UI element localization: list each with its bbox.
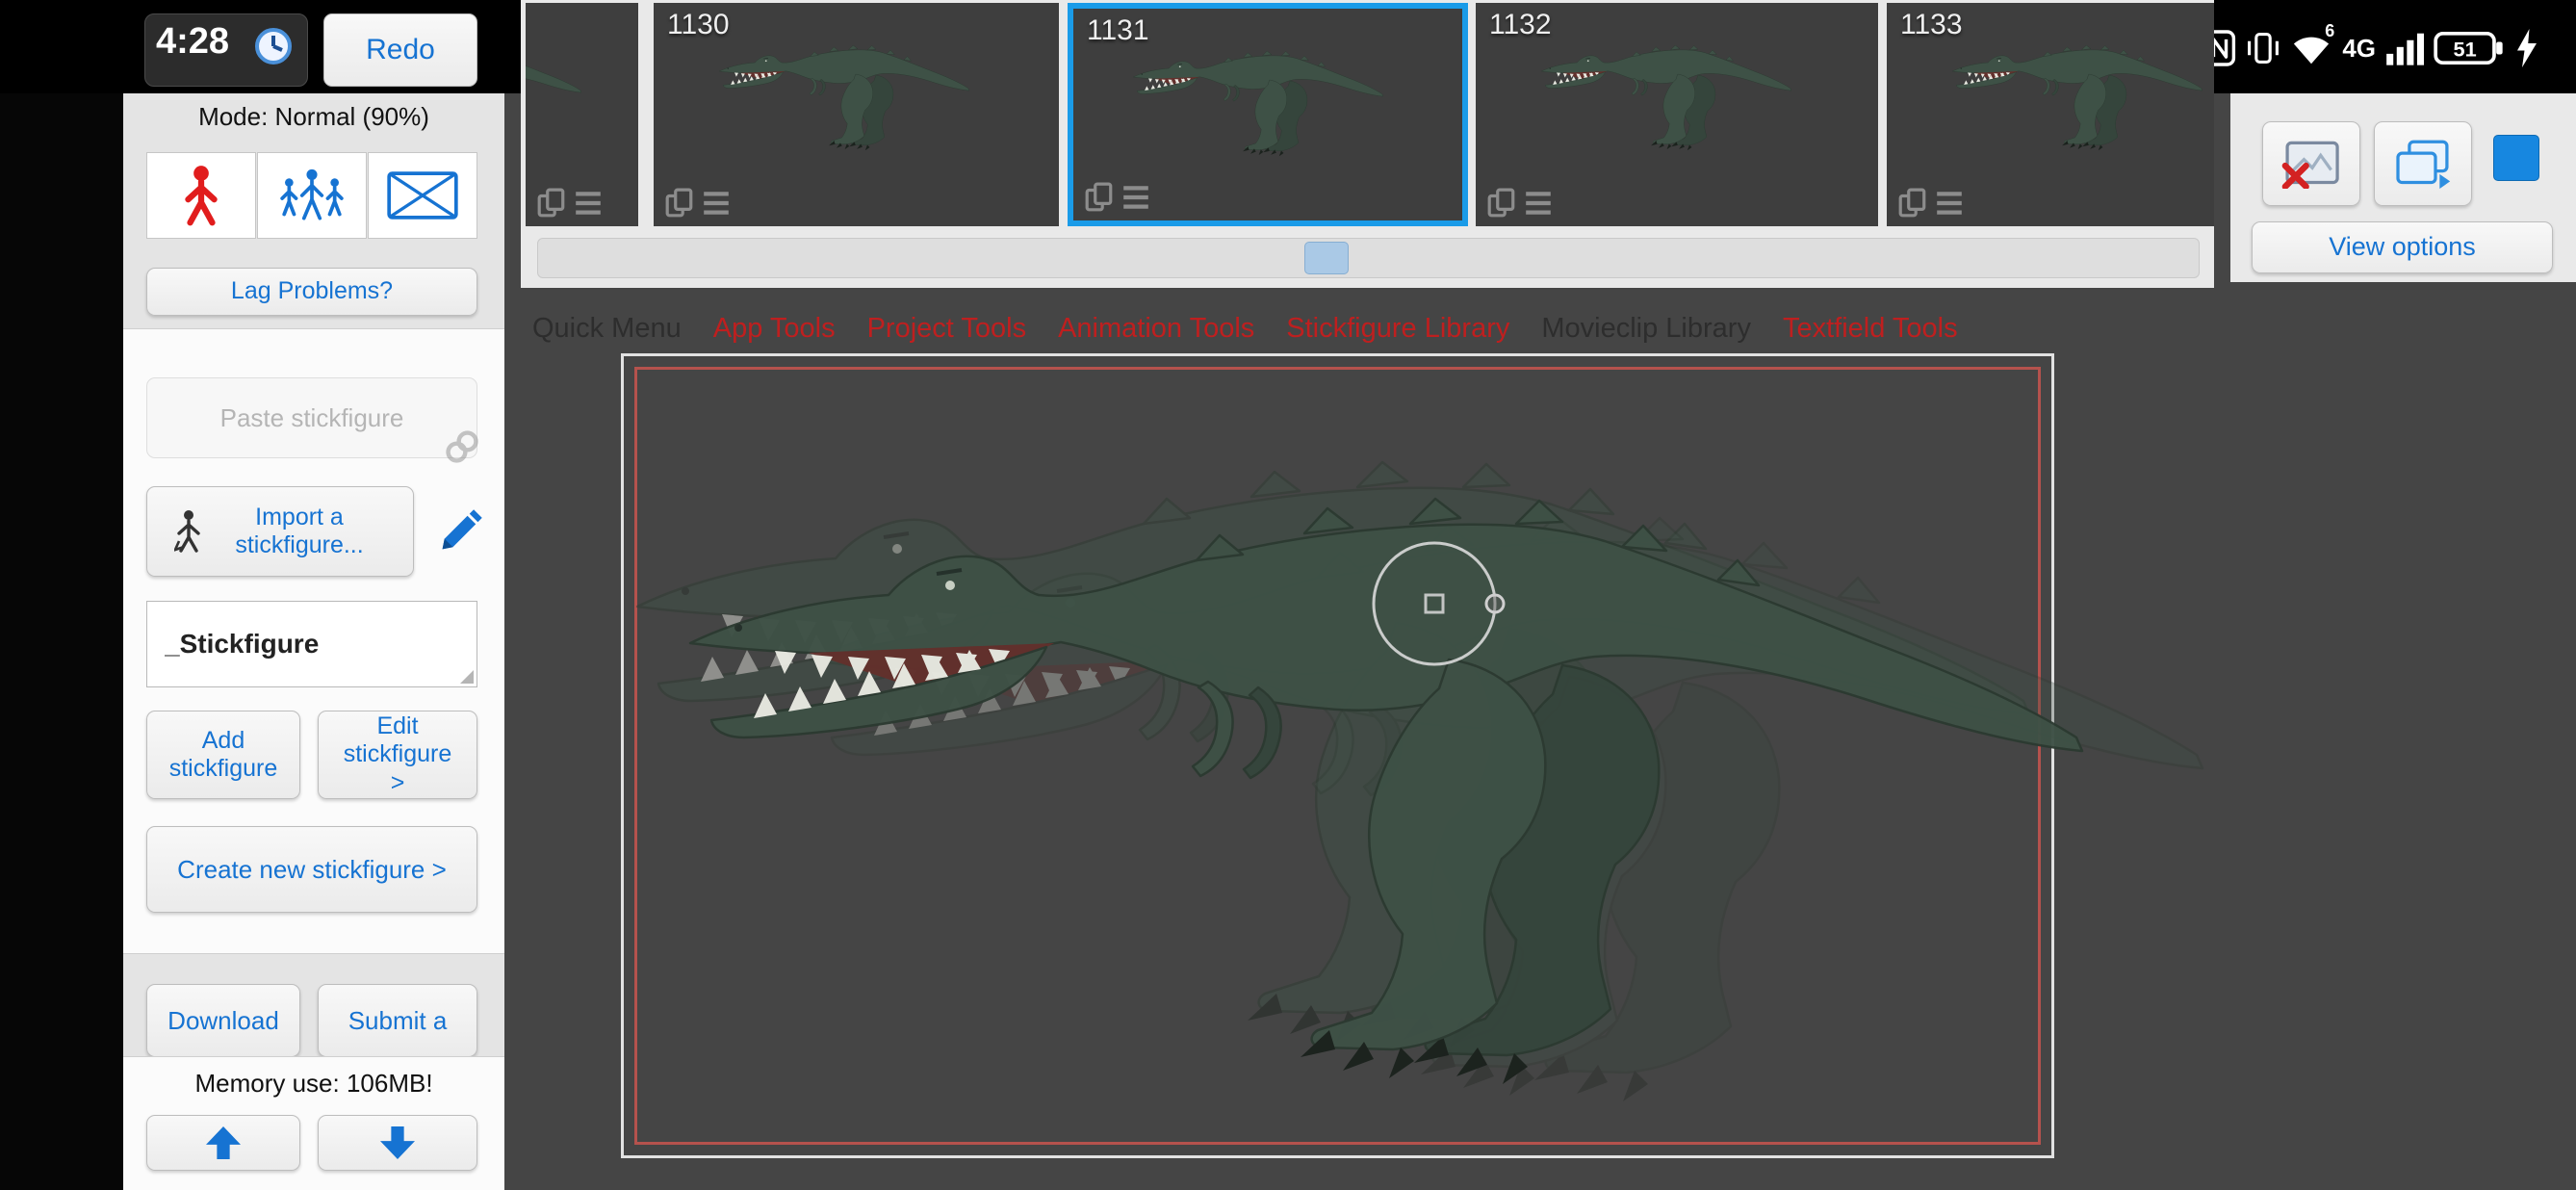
move-down-button[interactable] [318, 1115, 477, 1171]
submit-label: Submit a [348, 1006, 448, 1036]
tool-button-multi-figure[interactable] [257, 152, 367, 239]
left-notch-strip [0, 0, 123, 1190]
tool-button-movieclip[interactable] [368, 152, 477, 239]
stickfigure-name-input[interactable] [147, 602, 494, 686]
frame-number: 1130 [667, 9, 730, 41]
menu-stickfigure-library[interactable]: Stickfigure Library [1286, 313, 1509, 345]
delete-frame-icon [2280, 139, 2342, 189]
frame-preview-dino [1927, 39, 2214, 184]
frame-preview-dino [1108, 45, 1426, 190]
import-stickfigure-button[interactable]: Import a stickfigure... [146, 486, 414, 577]
download-button[interactable]: Download [146, 984, 300, 1057]
lag-problems-button[interactable]: Lag Problems? [146, 268, 477, 316]
link-icon [443, 427, 481, 466]
submit-button[interactable]: Submit a [318, 984, 477, 1057]
arrow-up-icon [206, 1125, 241, 1160]
frame-number: 1132 [1489, 9, 1552, 41]
timeline-panel: 1130 1131 [521, 0, 2214, 288]
lag-problems-label: Lag Problems? [231, 277, 393, 306]
tools-menu-bar: Quick Menu App Tools Project Tools Anima… [532, 313, 1958, 345]
paste-stickfigure-label: Paste stickfigure [220, 403, 404, 433]
import-person-icon [174, 508, 203, 555]
edit-stickfigure-button[interactable]: Edit stickfigure > [318, 711, 477, 799]
vibrate-icon [2246, 29, 2280, 67]
wifi6-badge: 6 [2325, 21, 2334, 41]
transform-control[interactable] [1361, 530, 1507, 677]
clock-time: 4:28 [156, 21, 229, 63]
color-swatch-button[interactable] [2493, 135, 2539, 181]
menu-textfield-tools[interactable]: Textfield Tools [1783, 313, 1958, 345]
frame-copy-icon[interactable] [1898, 188, 1927, 219]
frame-copy-icon[interactable] [1487, 188, 1516, 219]
frame-thumbnail[interactable]: 1130 [654, 3, 1059, 226]
network-type-label: 4G [2342, 34, 2376, 64]
menu-movieclip-library[interactable]: Movieclip Library [1541, 313, 1751, 345]
copy-frames-button[interactable] [2374, 121, 2472, 206]
battery-icon: 51 [2434, 28, 2507, 68]
stickfigure-name-field[interactable] [146, 601, 477, 687]
add-stickfigure-button[interactable]: Add stickfigure [146, 711, 300, 799]
delete-frame-button[interactable] [2262, 121, 2360, 206]
memory-use-text: Memory use: 106MB! [123, 1069, 504, 1099]
menu-animation-tools[interactable]: Animation Tools [1058, 313, 1254, 345]
add-stickfigure-label: Add stickfigure [166, 727, 281, 784]
movieclip-box-icon [387, 170, 458, 220]
paste-stickfigure-button[interactable]: Paste stickfigure [146, 377, 477, 458]
edit-stickfigure-label: Edit stickfigure > [335, 712, 460, 798]
pencil-icon [435, 506, 485, 556]
multi-figure-icon [277, 166, 347, 225]
redo-button[interactable]: Redo [323, 13, 477, 87]
edge-handle[interactable] [1486, 595, 1504, 612]
frame-menu-icon[interactable] [1121, 182, 1150, 213]
frame-preview-dino [694, 39, 1012, 184]
signal-bars-icon [2385, 29, 2424, 67]
menu-project-tools[interactable]: Project Tools [867, 313, 1027, 345]
frame-number: 1131 [1087, 14, 1149, 47]
view-options-label: View options [2329, 232, 2476, 263]
frame-preview-dino [526, 41, 624, 186]
frame-copy-icon[interactable] [537, 188, 566, 219]
mode-text: Mode: Normal (90%) [123, 102, 504, 132]
frame-number: 1133 [1900, 9, 1963, 41]
frame-menu-icon[interactable] [1524, 188, 1553, 219]
frame-thumbnail-partial[interactable] [526, 3, 638, 226]
system-status-icons: 6 4G 51 [2203, 25, 2537, 71]
center-handle[interactable] [1426, 595, 1443, 612]
edit-pencil-button[interactable] [429, 494, 491, 569]
create-stickfigure-label: Create new stickfigure > [177, 855, 447, 885]
frame-preview-dino [1516, 39, 1834, 184]
timeline-scrollbar-handle[interactable] [1304, 242, 1349, 274]
frame-menu-icon[interactable] [702, 188, 731, 219]
move-up-button[interactable] [146, 1115, 300, 1171]
frame-menu-icon[interactable] [574, 188, 603, 219]
charging-bolt-icon [2516, 29, 2537, 67]
import-stickfigure-label: Import a stickfigure... [213, 504, 386, 560]
view-options-button[interactable]: View options [2252, 221, 2553, 273]
stickfigure-icon [179, 164, 223, 227]
tool-button-stickfigure[interactable] [146, 152, 256, 239]
create-stickfigure-button[interactable]: Create new stickfigure > [146, 826, 477, 913]
menu-quick-menu[interactable]: Quick Menu [532, 313, 682, 345]
frame-copy-icon[interactable] [1085, 182, 1114, 213]
redo-label: Redo [366, 33, 435, 66]
frame-thumbnail[interactable]: 1133 [1887, 3, 2214, 226]
frame-thumbnail[interactable]: 1132 [1476, 3, 1878, 226]
arrow-down-icon [380, 1125, 415, 1160]
battery-level-text: 51 [2454, 38, 2477, 62]
animation-canvas[interactable] [631, 414, 2142, 1155]
menu-app-tools[interactable]: App Tools [713, 313, 836, 345]
download-label: Download [167, 1006, 279, 1036]
frame-thumbnail-selected[interactable]: 1131 [1068, 3, 1468, 226]
alarm-clock-icon [252, 25, 295, 67]
copy-frames-icon [2392, 139, 2454, 189]
frame-copy-icon[interactable] [665, 188, 694, 219]
app-window: 4:28 Redo 6 4G [0, 0, 2576, 1190]
frame-menu-icon[interactable] [1935, 188, 1964, 219]
rotate-ring[interactable] [1374, 543, 1495, 664]
resize-grip-icon [460, 670, 474, 684]
timeline-scrollbar-track[interactable] [537, 238, 2200, 278]
